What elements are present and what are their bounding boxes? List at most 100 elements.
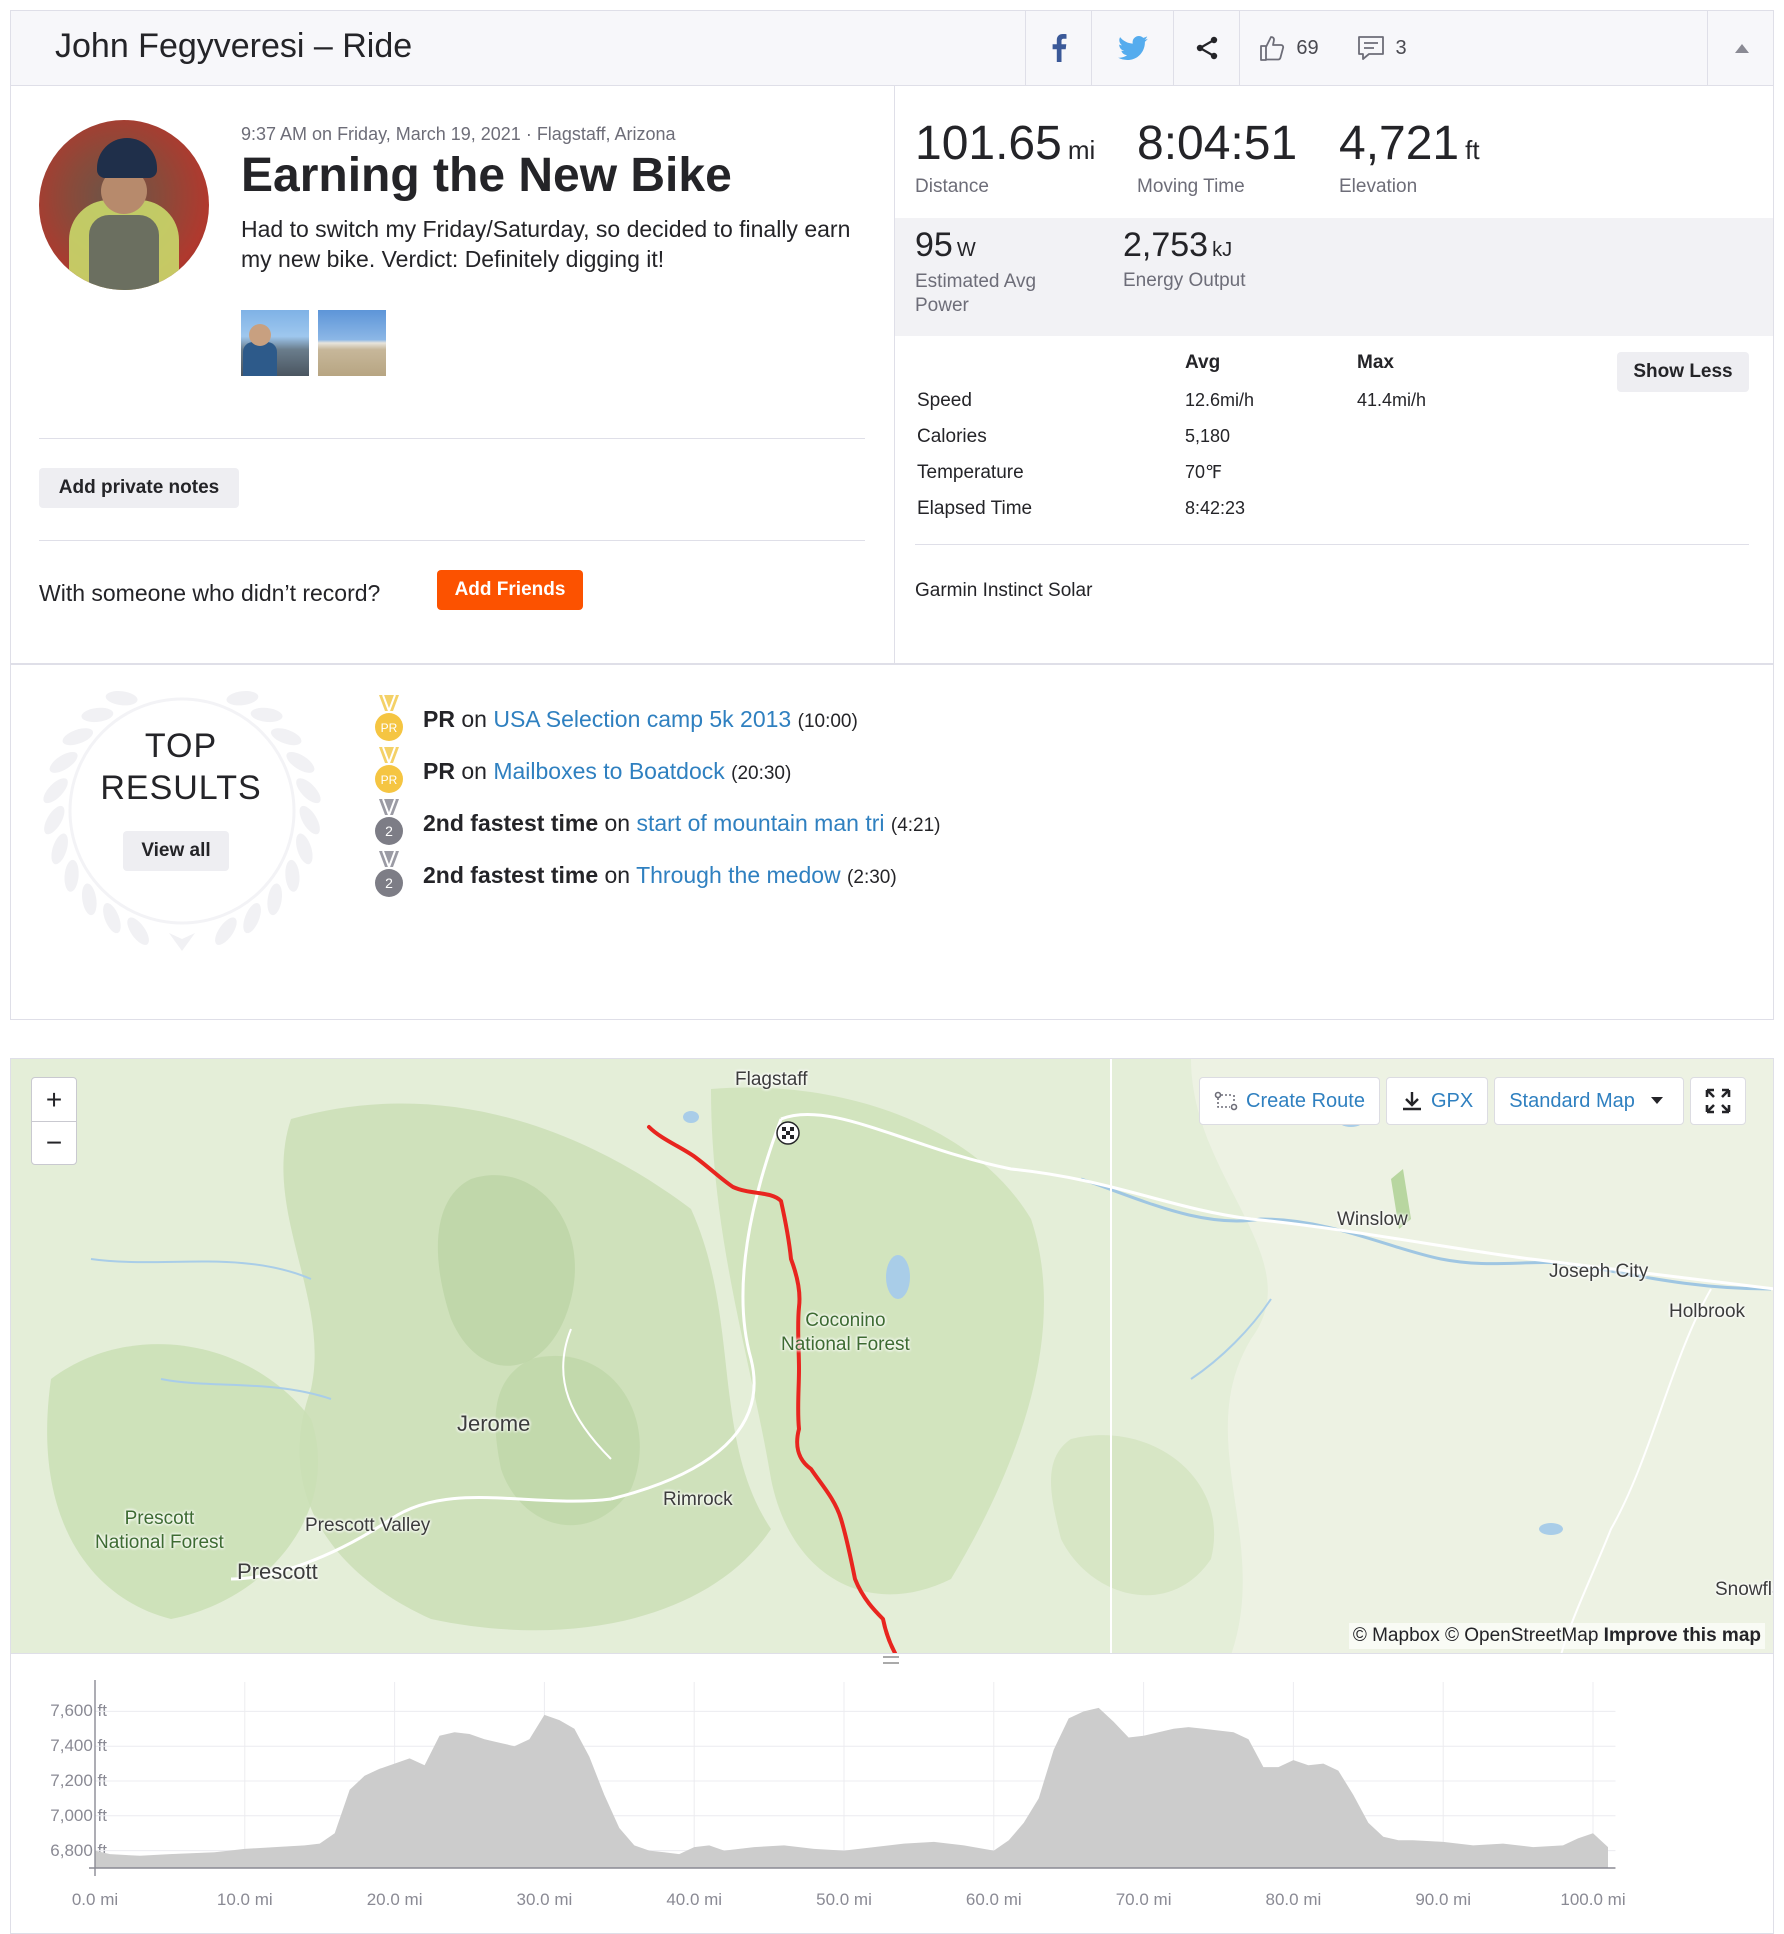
energy-label: Energy Output bbox=[1123, 270, 1246, 291]
temperature-avg: 70℉ bbox=[1185, 462, 1223, 482]
achievement-text: PR bbox=[423, 757, 455, 784]
top-results-title: TOP RESULTS bbox=[81, 725, 281, 809]
collapse-button[interactable] bbox=[1707, 11, 1775, 85]
kudos-count: 69 bbox=[1296, 36, 1319, 59]
twitter-icon bbox=[1117, 36, 1148, 60]
power-label: Estimated Avg Power bbox=[915, 270, 1036, 318]
gpx-download-button[interactable]: GPX bbox=[1385, 1077, 1489, 1125]
segment-link[interactable]: Mailboxes to Boatdock bbox=[493, 758, 724, 784]
max-column-header: Max bbox=[1357, 352, 1394, 373]
create-route-button[interactable]: Create Route bbox=[1199, 1077, 1380, 1125]
show-less-button[interactable]: Show Less bbox=[1617, 352, 1749, 392]
elevation-chart-panel: 7,600 ft 7,400 ft 7,200 ft 7,000 ft 6,800 ft… bbox=[10, 1654, 1774, 1934]
moving-time-stat: 8:04:51 bbox=[1137, 116, 1297, 171]
zoom-out-button[interactable]: − bbox=[32, 1121, 76, 1164]
thumbs-up-icon bbox=[1260, 36, 1285, 61]
add-private-notes-button[interactable]: Add private notes bbox=[39, 468, 239, 508]
place-label-flagstaff: Flagstaff bbox=[735, 1069, 808, 1090]
map-style-dropdown[interactable]: Standard Map bbox=[1494, 1077, 1684, 1125]
moving-time-value: 8:04:51 bbox=[1137, 117, 1298, 170]
route-icon bbox=[1214, 1091, 1238, 1111]
energy-unit: kJ bbox=[1212, 239, 1233, 261]
elevation-value: 4,721 bbox=[1339, 117, 1460, 170]
speed-avg: 12.6mi/h bbox=[1185, 390, 1255, 410]
svg-text:2: 2 bbox=[385, 823, 393, 839]
place-label-line: Coconino bbox=[805, 1310, 886, 1331]
svg-text:PR: PR bbox=[381, 773, 398, 787]
x-tick-label: 60.0 mi bbox=[965, 1890, 1022, 1909]
activity-photo[interactable] bbox=[318, 310, 386, 376]
athlete-avatar[interactable] bbox=[39, 120, 209, 290]
place-label-rimrock: Rimrock bbox=[663, 1489, 733, 1510]
distance-unit: mi bbox=[1067, 135, 1096, 165]
place-label-line: National Forest bbox=[781, 1334, 910, 1355]
place-label-joseph-city: Joseph City bbox=[1549, 1261, 1649, 1282]
map-controls: Create Route GPX Standard Map bbox=[1199, 1077, 1746, 1125]
second-place-medal-icon: 2 bbox=[375, 799, 403, 845]
comment-count: 3 bbox=[1395, 36, 1407, 59]
add-friends-button[interactable]: Add Friends bbox=[437, 570, 583, 610]
distance-label: Distance bbox=[915, 176, 989, 197]
place-label-holbrook: Holbrook bbox=[1669, 1301, 1746, 1322]
zoom-in-button[interactable]: + bbox=[32, 1078, 76, 1121]
comments-button[interactable]: 3 bbox=[1337, 11, 1427, 85]
view-all-button[interactable]: View all bbox=[123, 831, 229, 871]
top-results-panel: TOP RESULTS View all PR PR on USA Selecti… bbox=[10, 664, 1774, 1020]
zoom-controls: + − bbox=[31, 1077, 77, 1165]
activity-summary: 9:37 AM on Friday, March 19, 2021 · Flag… bbox=[10, 86, 1774, 664]
place-label-snowflake: Snowfla bbox=[1715, 1579, 1773, 1600]
place-label-prescott-valley: Prescott Valley bbox=[305, 1515, 431, 1536]
moving-time-label: Moving Time bbox=[1137, 176, 1245, 197]
x-tick-label: 20.0 mi bbox=[366, 1890, 423, 1909]
speed-max: 41.4mi/h bbox=[1357, 390, 1427, 410]
place-label-jerome: Jerome bbox=[457, 1411, 531, 1436]
activity-meta: 9:37 AM on Friday, March 19, 2021 · Flag… bbox=[241, 124, 676, 144]
attribution-text: © Mapbox © OpenStreetMap bbox=[1352, 1625, 1599, 1646]
route-map[interactable]: Flagstaff Winslow Joseph City Holbrook C… bbox=[10, 1058, 1774, 1654]
on-text: on bbox=[604, 861, 631, 888]
segment-time: (2:30) bbox=[847, 866, 897, 888]
activity-stats: 101.65 mi Distance 8:04:51 Moving Time 4,… bbox=[895, 86, 1773, 664]
segment-link[interactable]: start of mountain man tri bbox=[636, 810, 884, 836]
divider bbox=[915, 544, 1749, 545]
power-unit: W bbox=[956, 239, 976, 261]
x-tick-label: 30.0 mi bbox=[516, 1890, 573, 1909]
pr-medal-icon: PR bbox=[375, 747, 403, 793]
activity-details: 9:37 AM on Friday, March 19, 2021 · Flag… bbox=[11, 86, 895, 664]
device-name: Garmin Instinct Solar bbox=[915, 580, 1093, 601]
twitter-share-button[interactable] bbox=[1091, 11, 1173, 85]
elevation-label: Elevation bbox=[1339, 176, 1418, 197]
comment-icon bbox=[1358, 36, 1385, 60]
top-result-item: PR PR on USA Selection camp 5k 2013 (10:0… bbox=[371, 695, 858, 743]
share-button[interactable] bbox=[1173, 11, 1239, 85]
distance-value: 101.65 bbox=[915, 117, 1062, 170]
activity-photo[interactable] bbox=[241, 310, 309, 376]
segment-time: (10:00) bbox=[797, 710, 858, 732]
create-route-label: Create Route bbox=[1246, 1089, 1365, 1112]
calories-label: Calories bbox=[917, 426, 987, 447]
power-label-line: Estimated Avg bbox=[915, 271, 1037, 292]
x-tick-label: 70.0 mi bbox=[1115, 1890, 1172, 1909]
place-label-prescott-nf: Prescott National Forest bbox=[95, 1507, 224, 1555]
kudos-button[interactable]: 69 bbox=[1239, 11, 1337, 85]
elevation-area bbox=[95, 1707, 1608, 1868]
segment-time: (20:30) bbox=[731, 762, 792, 784]
top-result-item: PR PR on Mailboxes to Boatdock (20:30) bbox=[371, 747, 791, 795]
fullscreen-button[interactable] bbox=[1689, 1077, 1746, 1125]
segment-time: (4:21) bbox=[890, 814, 941, 836]
facebook-icon bbox=[1052, 34, 1066, 62]
achievement-text: 2nd fastest time bbox=[423, 861, 599, 888]
segment-link[interactable]: Through the medow bbox=[636, 862, 841, 888]
second-place-medal-icon: 2 bbox=[375, 851, 403, 897]
calories-avg: 5,180 bbox=[1185, 426, 1231, 446]
elevation-stat: 4,721 ft bbox=[1339, 116, 1480, 171]
pr-medal-icon: PR bbox=[375, 695, 403, 741]
segment-link[interactable]: USA Selection camp 5k 2013 bbox=[493, 706, 791, 732]
x-tick-label: 80.0 mi bbox=[1265, 1890, 1322, 1909]
facebook-share-button[interactable] bbox=[1025, 11, 1091, 85]
speed-label: Speed bbox=[917, 390, 972, 411]
improve-map-link[interactable]: Improve this map bbox=[1604, 1625, 1761, 1646]
collapse-caret-icon bbox=[1734, 43, 1749, 53]
map-attribution[interactable]: © Mapbox © OpenStreetMap Improve this ma… bbox=[1348, 1623, 1765, 1649]
activity-header: John Fegyveresi – Ride 69 3 bbox=[10, 10, 1774, 86]
